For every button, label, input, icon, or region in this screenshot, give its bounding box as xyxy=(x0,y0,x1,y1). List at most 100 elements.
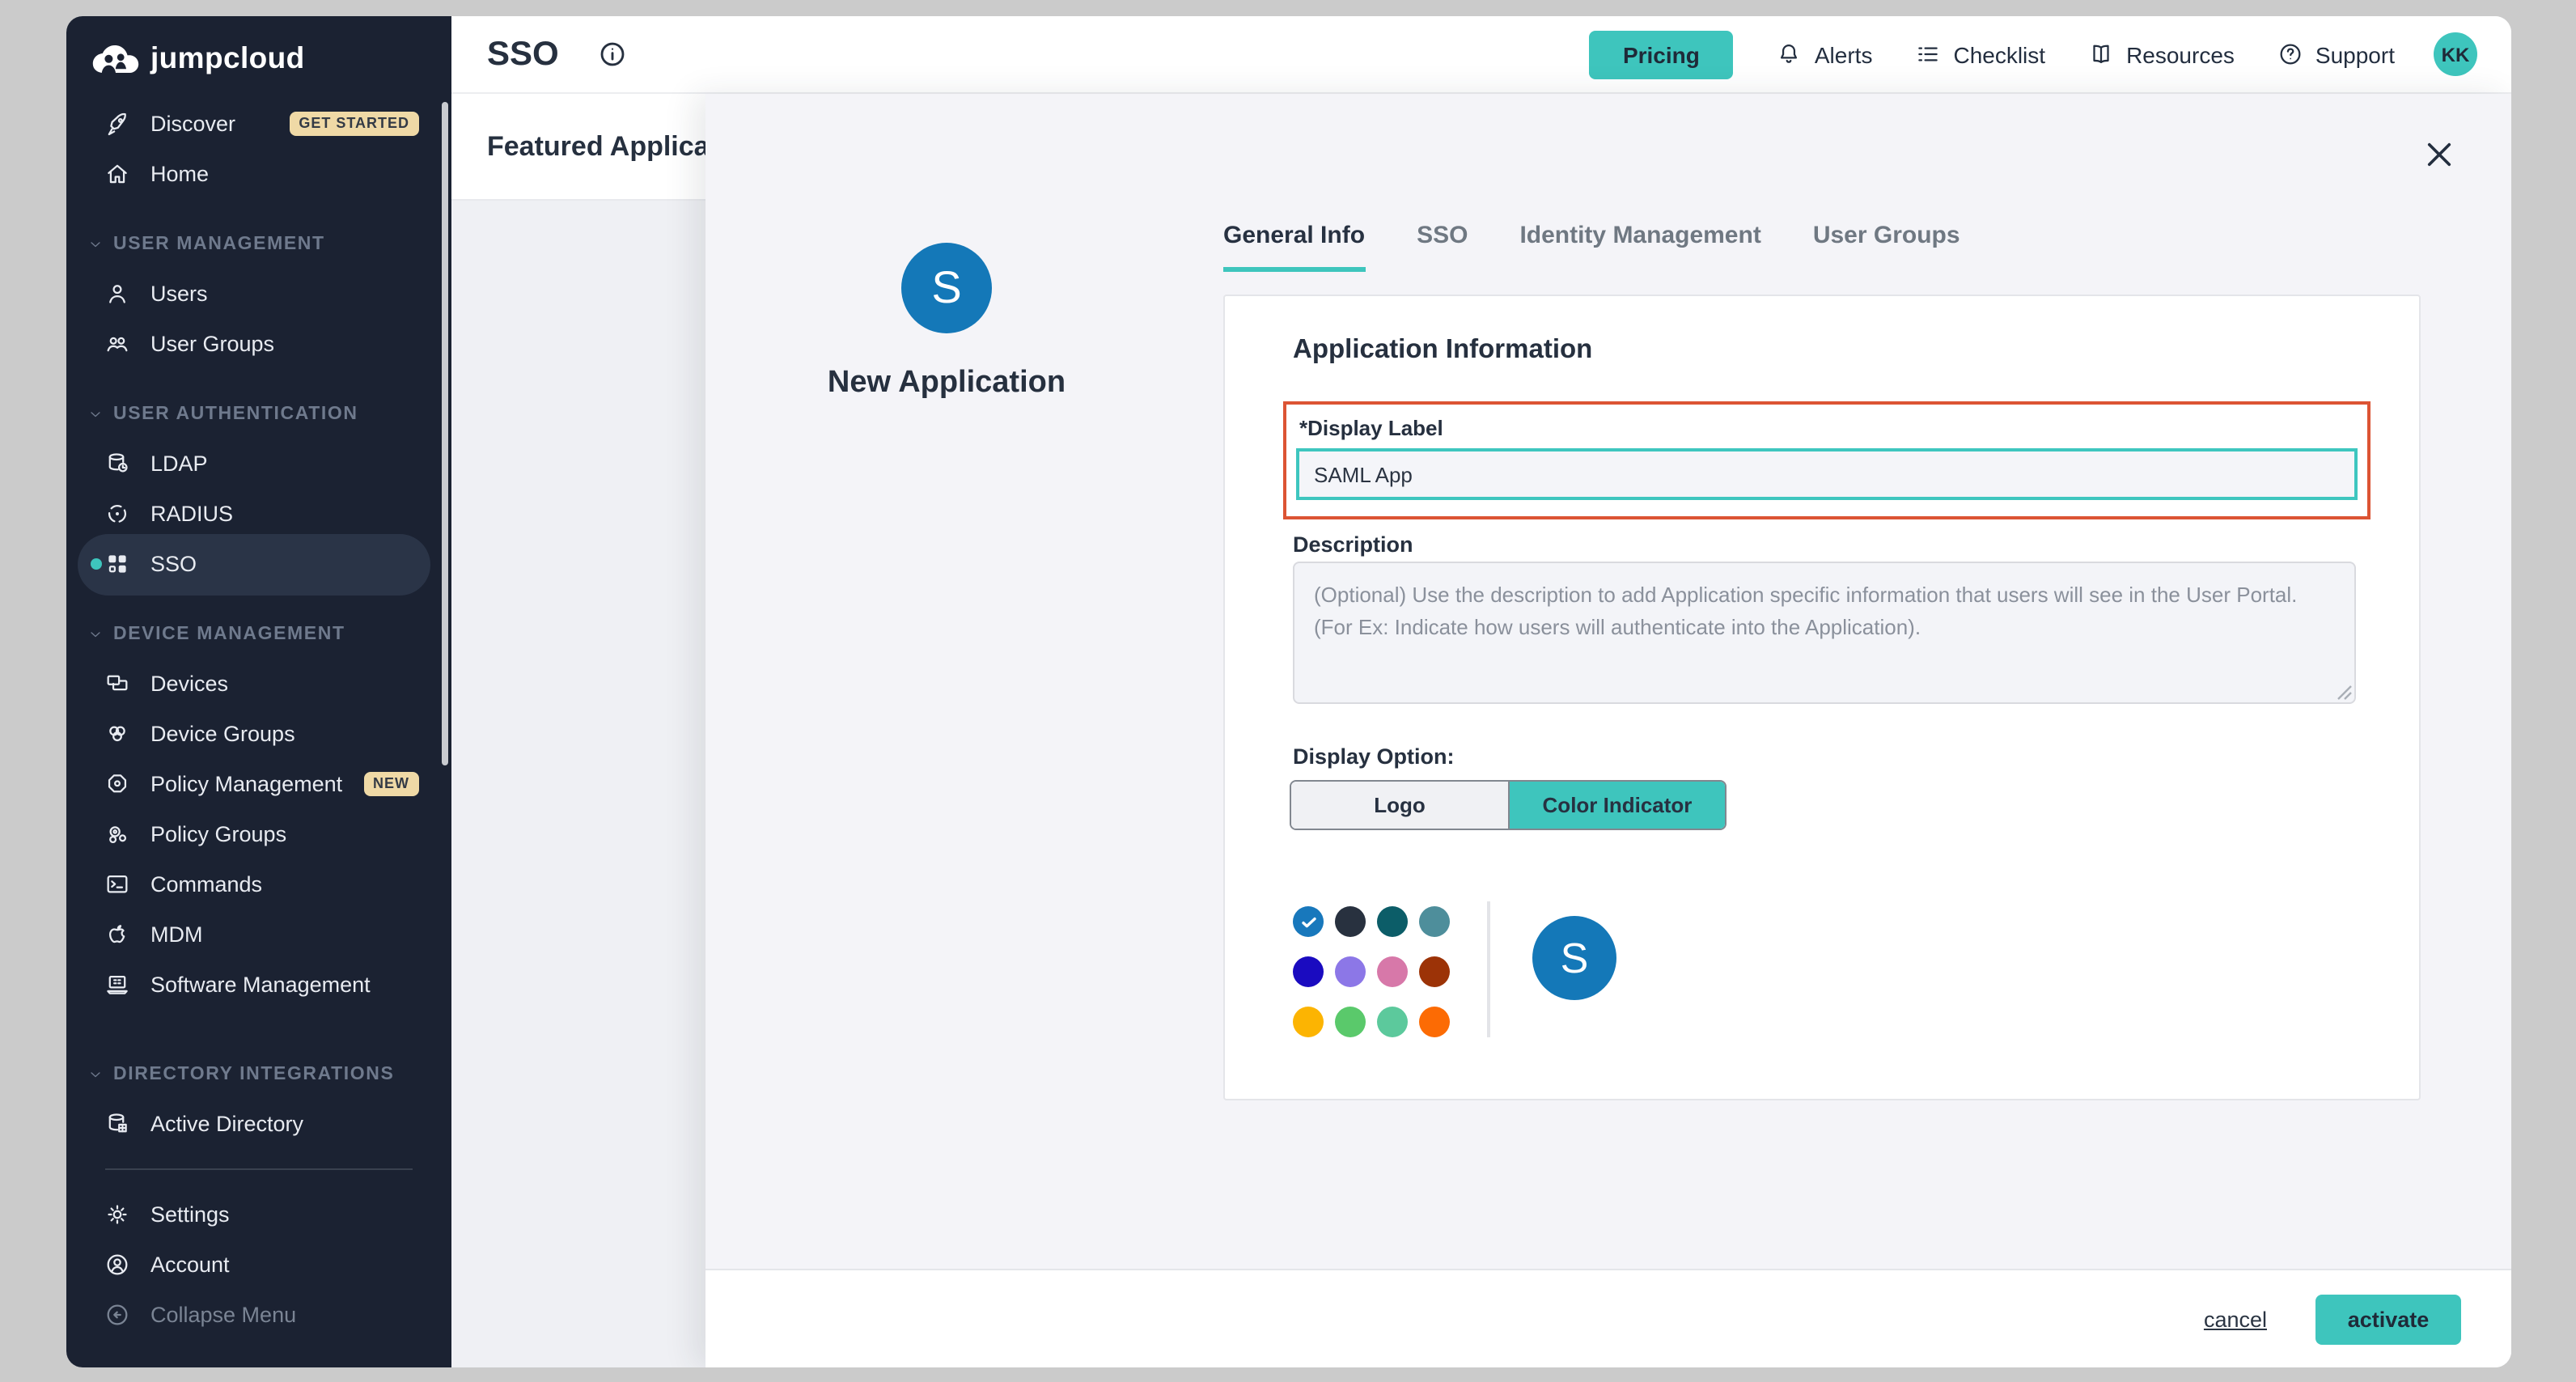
header-action-support[interactable]: Support xyxy=(2277,40,2395,68)
user-groups-icon xyxy=(104,330,131,358)
header-action-label: Alerts xyxy=(1815,41,1873,67)
device-groups-icon xyxy=(104,720,131,748)
sidebar-item-users[interactable]: Users xyxy=(66,269,451,319)
display-option-color-indicator[interactable]: Color Indicator xyxy=(1508,782,1725,829)
sidebar-item-sso[interactable]: SSO xyxy=(78,533,430,595)
display-label-input[interactable] xyxy=(1296,448,2358,500)
logo-wordmark: jumpcloud xyxy=(150,40,305,76)
sidebar-item-ldap[interactable]: LDAP xyxy=(66,439,451,489)
sidebar-divider xyxy=(105,1168,413,1170)
color-swatch-0c5d68[interactable] xyxy=(1377,906,1408,937)
sidebar-item-software-management[interactable]: Software Management xyxy=(66,960,451,1010)
account-icon xyxy=(104,1251,131,1278)
section-header-label: DEVICE MANAGEMENT xyxy=(113,625,345,644)
sidebar-item-label: Home xyxy=(150,162,209,186)
tab-sso[interactable]: SSO xyxy=(1417,222,1468,272)
application-initial-avatar: S xyxy=(901,243,992,333)
pricing-button[interactable]: Pricing xyxy=(1589,30,1734,78)
sidebar-item-policy-groups[interactable]: Policy Groups xyxy=(66,809,451,859)
sidebar-item-active-directory[interactable]: Active Directory xyxy=(66,1099,451,1149)
color-swatch-4e8e9b[interactable] xyxy=(1419,906,1450,937)
sidebar-scrollbar[interactable] xyxy=(442,102,448,765)
color-swatch-5cc99c[interactable] xyxy=(1377,1007,1408,1037)
gear-icon xyxy=(104,1201,131,1228)
color-swatch-9c3307[interactable] xyxy=(1419,956,1450,987)
badge-new: NEW xyxy=(363,772,419,796)
color-indicator-preview: S xyxy=(1532,916,1616,1000)
sidebar-section-user-management[interactable]: USER MANAGEMENT xyxy=(66,220,451,269)
color-swatch-fcb402[interactable] xyxy=(1293,1007,1324,1037)
jumpcloud-cloud-icon xyxy=(89,42,139,74)
sidebar-item-label: LDAP xyxy=(150,451,208,476)
color-swatch-5ac96b[interactable] xyxy=(1335,1007,1366,1037)
sidebar-item-label: Collapse Menu xyxy=(150,1303,296,1327)
color-swatch-1878bc-selected[interactable] xyxy=(1293,906,1324,937)
color-swatch-1a0bc0[interactable] xyxy=(1293,956,1324,987)
sidebar-item-label: Commands xyxy=(150,872,262,897)
sidebar-item-devices[interactable]: Devices xyxy=(66,659,451,709)
tab-user-groups[interactable]: User Groups xyxy=(1813,222,1960,272)
color-swatch-8c77e7[interactable] xyxy=(1335,956,1366,987)
sidebar-section-directory-integrations[interactable]: DIRECTORY INTEGRATIONS xyxy=(66,1050,451,1099)
user-icon xyxy=(104,280,131,307)
avatar[interactable]: KK xyxy=(2434,32,2477,76)
sidebar-item-settings[interactable]: Settings xyxy=(66,1189,451,1240)
display-option-logo[interactable]: Logo xyxy=(1291,782,1508,829)
sidebar-item-label: Account xyxy=(150,1253,230,1277)
sidebar-section-user-authentication[interactable]: USER AUTHENTICATION xyxy=(66,390,451,439)
color-swatch-28313f[interactable] xyxy=(1335,906,1366,937)
sidebar-item-label: Device Groups xyxy=(150,722,295,746)
activate-button[interactable]: activate xyxy=(2315,1294,2461,1344)
policy-management-icon xyxy=(104,770,131,798)
devices-icon xyxy=(104,670,131,697)
rocket-icon xyxy=(104,110,131,138)
tab-identity-management[interactable]: Identity Management xyxy=(1519,222,1760,272)
sidebar-item-commands[interactable]: Commands xyxy=(66,859,451,909)
book-icon xyxy=(2087,40,2115,68)
active-directory-icon xyxy=(104,1110,131,1138)
sidebar-item-label: Active Directory xyxy=(150,1112,303,1136)
sidebar-item-label: Discover xyxy=(150,112,235,136)
header-action-label: Resources xyxy=(2126,41,2235,67)
description-textarea[interactable] xyxy=(1293,562,2356,704)
display-option-label: Display Option: xyxy=(1293,744,1455,769)
sidebar-item-user-groups[interactable]: User Groups xyxy=(66,319,451,369)
new-application-modal: S New Application General Info SSO Identit… xyxy=(705,94,2511,1367)
sidebar: jumpcloud DiscoverGET STARTED Home USER MA… xyxy=(66,16,451,1367)
sidebar-item-radius[interactable]: RADIUS xyxy=(66,489,451,539)
chevron-down-icon xyxy=(87,406,104,422)
sidebar-item-device-groups[interactable]: Device Groups xyxy=(66,709,451,759)
sidebar-item-collapse-menu[interactable]: Collapse Menu xyxy=(66,1290,451,1340)
color-swatch-fc6b04[interactable] xyxy=(1419,1007,1450,1037)
header-action-checklist[interactable]: Checklist xyxy=(1914,40,2045,68)
commands-icon xyxy=(104,871,131,898)
check-icon xyxy=(1299,912,1318,931)
sidebar-section-device-management[interactable]: DEVICE MANAGEMENT xyxy=(66,610,451,659)
sidebar-item-discover[interactable]: DiscoverGET STARTED xyxy=(66,99,451,149)
modal-footer: cancel activate xyxy=(705,1269,2511,1367)
header-action-alerts[interactable]: Alerts xyxy=(1776,40,1873,68)
sidebar-item-policy-management[interactable]: Policy ManagementNEW xyxy=(66,759,451,809)
description-label: Description xyxy=(1293,532,1413,557)
sidebar-nav: DiscoverGET STARTEDHomeUSER MANAGEMENTUs… xyxy=(66,99,451,1340)
chevron-down-icon xyxy=(87,236,104,252)
apple-icon xyxy=(104,921,131,948)
header-action-resources[interactable]: Resources xyxy=(2087,40,2235,68)
software-icon xyxy=(104,971,131,998)
sidebar-item-label: Software Management xyxy=(150,973,371,997)
close-icon[interactable] xyxy=(2421,136,2456,172)
collapse-icon xyxy=(104,1301,131,1329)
sidebar-item-label: MDM xyxy=(150,922,203,947)
tab-general-info[interactable]: General Info xyxy=(1223,222,1365,272)
cancel-button[interactable]: cancel xyxy=(2204,1307,2267,1331)
checklist-icon xyxy=(1914,40,1942,68)
application-name: New Application xyxy=(785,366,1108,401)
sidebar-item-mdm[interactable]: MDM xyxy=(66,909,451,960)
swatch-preview-divider xyxy=(1487,901,1490,1037)
sidebar-item-home[interactable]: Home xyxy=(66,149,451,199)
color-swatch-d778a9[interactable] xyxy=(1377,956,1408,987)
info-icon[interactable] xyxy=(598,39,629,70)
ldap-icon xyxy=(104,450,131,477)
jumpcloud-logo[interactable]: jumpcloud xyxy=(66,16,451,92)
sidebar-item-account[interactable]: Account xyxy=(66,1240,451,1290)
